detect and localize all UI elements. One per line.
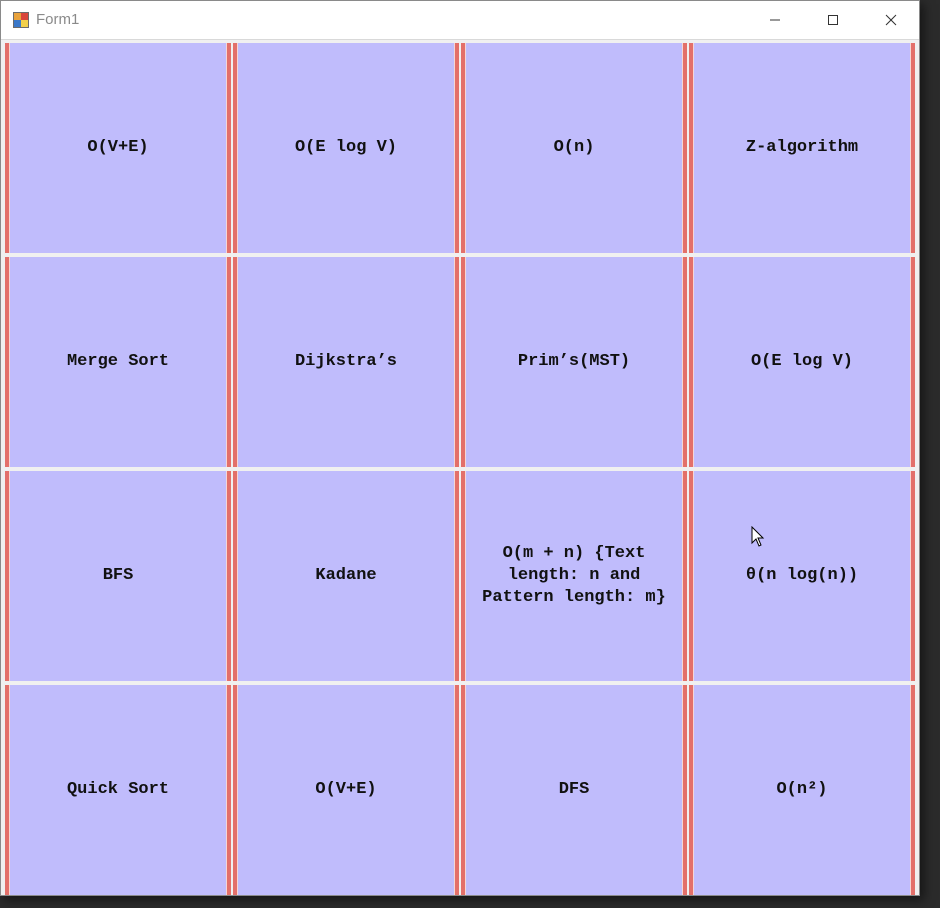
grid-cell[interactable]: Dijkstra’s — [233, 257, 459, 467]
form-client-area: O(V+E) O(E log V) O(n) Z-algorithm Merge… — [3, 41, 919, 895]
cell-label: O(m + n) {Text length: n and Pattern len… — [482, 544, 666, 607]
grid-cell[interactable]: Z-algorithm — [689, 43, 915, 253]
cell-label: O(V+E) — [87, 138, 149, 157]
grid-cell[interactable]: DFS — [461, 685, 687, 895]
maximize-button[interactable] — [804, 1, 862, 39]
cell-label: Dijkstra’s — [294, 352, 398, 371]
grid-cell[interactable]: Kadane — [233, 471, 459, 681]
close-icon — [885, 14, 897, 26]
grid-cell[interactable]: Quick Sort — [5, 685, 231, 895]
form-window: Form1 O(V+E) O(E log V) O(n) Z-algorithm… — [0, 0, 920, 896]
form-app-icon — [13, 12, 29, 28]
cell-label: Prim’s(MST) — [517, 352, 631, 371]
title-bar[interactable]: Form1 — [1, 1, 919, 40]
cell-label: Quick Sort — [66, 780, 170, 799]
window-title: Form1 — [36, 11, 80, 28]
mouse-pointer-icon — [751, 526, 765, 547]
grid-cell[interactable]: Merge Sort — [5, 257, 231, 467]
minimize-icon — [770, 19, 780, 21]
close-button[interactable] — [862, 1, 920, 39]
cell-label: O(V+E) — [315, 780, 377, 799]
grid-cell[interactable]: θ(n log(n)) — [689, 471, 915, 681]
minimize-button[interactable] — [746, 1, 804, 39]
cell-label: Merge Sort — [66, 352, 170, 371]
cell-label: O(E log V) — [294, 138, 398, 157]
cell-label: DFS — [558, 780, 590, 799]
cell-label: BFS — [102, 566, 134, 585]
grid-cell[interactable]: O(n²) — [689, 685, 915, 895]
maximize-icon — [828, 15, 838, 25]
grid-cell[interactable]: Prim’s(MST) — [461, 257, 687, 467]
grid-cell[interactable]: O(V+E) — [5, 43, 231, 253]
grid-cell[interactable]: O(E log V) — [233, 43, 459, 253]
cell-label: θ(n log(n)) — [745, 566, 859, 585]
cell-label: Z-algorithm — [745, 138, 859, 157]
cell-label: O(n²) — [776, 780, 828, 799]
grid-cell[interactable]: O(V+E) — [233, 685, 459, 895]
cell-label: O(n) — [553, 138, 595, 157]
grid-cell[interactable]: BFS — [5, 471, 231, 681]
grid-cell[interactable]: O(E log V) — [689, 257, 915, 467]
cell-label: Kadane — [315, 566, 377, 585]
cell-label: O(E log V) — [750, 352, 854, 371]
grid-cell[interactable]: O(m + n) {Text length: n and Pattern len… — [461, 471, 687, 681]
grid-cell[interactable]: O(n) — [461, 43, 687, 253]
